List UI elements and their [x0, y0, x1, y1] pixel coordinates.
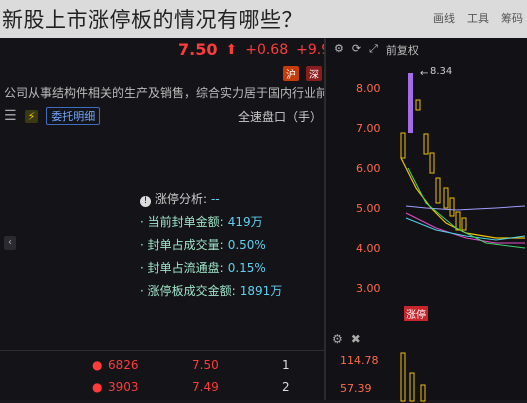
high-price-label: 8.34: [430, 66, 453, 77]
badge-hu: 沪: [283, 66, 299, 81]
toolbar-item-tools[interactable]: 工具: [467, 10, 489, 26]
info-icon: !: [140, 196, 151, 207]
analysis-title-value: --: [211, 192, 220, 206]
candle: [455, 211, 461, 231]
kline-chart[interactable]: ←: [326, 38, 527, 328]
badge-shen: 深: [306, 66, 322, 81]
candle: [429, 152, 435, 174]
order-book-label: 全速盘口（手）: [237, 109, 322, 124]
sell-dot-icon: ●: [92, 358, 103, 372]
analysis-line: · 封单占成交量: 0.50%: [140, 238, 266, 252]
candle: [400, 132, 406, 159]
candle: [408, 73, 413, 133]
question-title: 新股上市涨停板的情况有哪些？: [2, 8, 303, 32]
volume-chart: [400, 352, 426, 402]
kline-panel: ⚙ ⟳ ⤢ 前复权 8.00 7.00 6.00 5.00 4.00 3.00 …: [326, 38, 527, 402]
toolbar-item-chips[interactable]: 筹码: [501, 10, 523, 26]
price-change: +0.68: [245, 41, 289, 58]
quote-panel: 7.50 ⬆ +0.68 +9.97% 沪 深 公司从事结构件相关的生产及销售，…: [0, 38, 352, 401]
current-price: 7.50: [178, 40, 218, 59]
chevron-left-icon[interactable]: ‹: [4, 236, 16, 250]
toolbar-item-draw[interactable]: 画线: [433, 10, 455, 26]
company-description: 公司从事结构件相关的生产及销售，综合实力居于国内行业前列: [4, 86, 341, 100]
candle: [461, 217, 467, 231]
candle: [443, 187, 449, 209]
tick-row[interactable]: 2 7.49 3903 ●: [0, 377, 324, 399]
candle: [435, 177, 441, 204]
volume-bar: [409, 372, 415, 402]
candle: [423, 133, 429, 155]
menu-icon[interactable]: ☰: [4, 108, 17, 124]
candle: [415, 99, 421, 111]
analysis-line: · 涨停板成交金额: 1891万: [140, 284, 283, 298]
sell-dot-icon: ●: [92, 380, 103, 394]
ma-line-blue: [405, 205, 526, 211]
question-overlay: 新股上市涨停板的情况有哪些？ 画线 工具 筹码: [0, 0, 527, 38]
bolt-icon[interactable]: ⚡: [24, 109, 39, 123]
order-toolbar: ☰ ⚡ 委托明细 全速盘口（手）: [4, 106, 322, 126]
high-marker: ←: [420, 68, 428, 79]
volume-bar: [420, 384, 426, 402]
limit-up-analysis: ! 涨停分析: -- · 当前封单金额: 419万 · 封单占成交量: 0.50% · …: [140, 188, 282, 303]
analysis-title: 涨停分析:: [155, 192, 208, 206]
order-detail-button[interactable]: 委托明细: [46, 107, 101, 125]
tick-list: 1 7.50 6826 ● 2 7.49 3903 ●: [0, 350, 324, 401]
analysis-line: · 封单占流通盘: 0.15%: [140, 261, 266, 275]
analysis-line: · 当前封单金额: 419万: [140, 215, 263, 229]
chart-toolbar: 画线 工具 筹码: [433, 10, 523, 26]
tick-row[interactable]: 1 7.50 6826 ●: [0, 355, 324, 377]
limit-up-badge: 涨停: [404, 306, 428, 321]
ma-line-yellow: [400, 157, 525, 239]
candle: [449, 197, 455, 217]
up-arrow-icon: ⬆: [225, 41, 238, 58]
volume-bar: [400, 352, 406, 402]
